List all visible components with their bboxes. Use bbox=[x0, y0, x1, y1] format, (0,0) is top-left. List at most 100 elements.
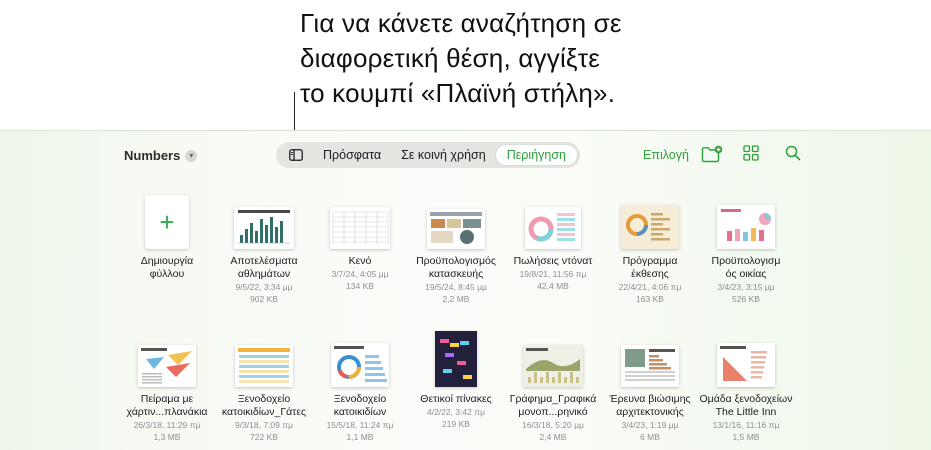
document-name: Προϋπολογισμός κατασκευής bbox=[401, 255, 511, 281]
document-thumbnail-wrap bbox=[401, 187, 511, 249]
document-name-line-2: αθλημάτων bbox=[237, 268, 291, 280]
document-date: 3/4/23, 1:19 μμ bbox=[621, 420, 679, 430]
document-date: 22/4/21, 4:06 πμ bbox=[618, 282, 682, 292]
document-thumbnail[interactable] bbox=[435, 331, 477, 387]
document-thumbnail-wrap bbox=[498, 187, 608, 249]
document-name: Ομάδα ξενοδοχείων The Little Inn bbox=[691, 393, 801, 419]
document-tile[interactable]: Ξενοδοχείο κατοικιδίων_Γάτες 9/3/18, 7:09 … bbox=[209, 325, 319, 443]
document-name: Θετικοί πίνακες bbox=[401, 393, 511, 406]
document-tile[interactable]: Αποτελέσματα αθλημάτων 9/5/22, 3:34 μμ 902 … bbox=[209, 187, 319, 305]
document-thumbnail[interactable] bbox=[525, 207, 581, 249]
document-thumbnail[interactable] bbox=[621, 205, 679, 249]
document-thumbnail-wrap bbox=[595, 325, 705, 387]
document-size: 2,2 MB bbox=[442, 294, 470, 304]
document-thumbnail-wrap bbox=[691, 325, 801, 387]
document-name: Προϋπολογισμ ός οικίας bbox=[691, 255, 801, 281]
document-date: 26/3/18, 11:29 πμ bbox=[133, 420, 201, 430]
document-thumbnail[interactable] bbox=[523, 345, 583, 387]
document-thumbnail-wrap bbox=[691, 187, 801, 249]
document-date: 9/5/22, 3:34 μμ bbox=[235, 282, 293, 292]
document-thumbnail[interactable] bbox=[138, 345, 196, 387]
instruction-callout: Για να κάνετε αναζήτηση σε διαφορετική θ… bbox=[300, 6, 720, 111]
document-name-line-2: αρχιτεκτονικής bbox=[616, 406, 684, 418]
create-spreadsheet-tile[interactable]: + Δημιουργία φύλλου bbox=[112, 187, 222, 281]
document-tile[interactable]: Προϋπολογισμός κατασκευής 19/5/24, 8:45 μμ… bbox=[401, 187, 511, 305]
document-thumbnail[interactable] bbox=[717, 205, 775, 249]
document-thumbnail-wrap bbox=[209, 187, 319, 249]
document-tile[interactable]: Ομάδα ξενοδοχείων The Little Inn 13/1/16, … bbox=[691, 325, 801, 443]
document-tile[interactable]: Πρόγραμμα έκθεσης 22/4/21, 4:06 πμ 163 KB bbox=[595, 187, 705, 305]
document-thumbnail[interactable] bbox=[717, 343, 775, 387]
document-browser: Numbers ▾ Πρόσφατα Σε κοινή χρήση Περιήγ… bbox=[0, 130, 931, 450]
search-icon[interactable] bbox=[785, 145, 807, 165]
document-thumbnail-wrap bbox=[305, 187, 415, 249]
document-size: 1,1 MB bbox=[346, 432, 374, 442]
callout-line-2: διαφορετική θέση, αγγίξτε bbox=[300, 43, 601, 73]
document-tile[interactable]: Προϋπολογισμ ός οικίας 3/4/23, 3:15 μμ 526 … bbox=[691, 187, 801, 305]
document-name-line-1: Ξενοδοχείο bbox=[237, 393, 291, 405]
document-date: 4/2/22, 3:42 πμ bbox=[426, 407, 486, 417]
select-button[interactable]: Επιλογή bbox=[643, 148, 689, 162]
document-tile[interactable]: Κενό 3/7/24, 4:05 μμ 134 KB bbox=[305, 187, 415, 292]
new-folder-icon[interactable] bbox=[701, 145, 723, 165]
view-switcher: Πρόσφατα Σε κοινή χρήση Περιήγηση bbox=[276, 142, 580, 168]
document-date: 13/1/16, 11:16 πμ bbox=[712, 420, 780, 430]
tab-recents[interactable]: Πρόσφατα bbox=[313, 145, 391, 165]
document-size: 1,3 MB bbox=[153, 432, 181, 442]
grid-view-icon[interactable] bbox=[743, 145, 765, 165]
document-name-line-1: Ομάδα ξενοδοχείων bbox=[699, 393, 793, 405]
document-tile[interactable]: Γράφημα_Γραφικά μονοπ...ρηνικό 16/3/18, 5:… bbox=[498, 325, 608, 443]
document-name-line-1: Αποτελέσματα bbox=[230, 255, 298, 267]
document-tile[interactable]: Πείραμα με χάρτιν...πλανάκια 26/3/18, 11:2… bbox=[112, 325, 222, 443]
callout-line-3: το κουμπί «Πλαϊνή στήλη». bbox=[300, 78, 616, 108]
document-date: 3/4/23, 3:15 μμ bbox=[717, 282, 775, 292]
document-name-line-1: Πρόγραμμα bbox=[622, 255, 678, 267]
document-thumbnail[interactable] bbox=[234, 207, 294, 249]
document-name-line-1: Δημιουργία bbox=[140, 255, 194, 267]
document-thumbnail[interactable] bbox=[621, 345, 679, 387]
document-name-line-1: Πωλήσεις ντόνατ bbox=[513, 255, 593, 267]
document-thumbnail[interactable] bbox=[427, 209, 485, 249]
document-size: 134 KB bbox=[346, 281, 374, 291]
document-name: Γράφημα_Γραφικά μονοπ...ρηνικό bbox=[498, 393, 608, 419]
document-thumbnail-wrap bbox=[595, 187, 705, 249]
document-name-line-2: μονοπ...ρηνικό bbox=[518, 406, 588, 418]
document-size: 163 KB bbox=[636, 294, 664, 304]
document-name-line-2: κατασκευής bbox=[428, 268, 484, 280]
document-name: Ξενοδοχείο κατοικιδίων_Γάτες bbox=[209, 393, 319, 419]
document-name: Πωλήσεις ντόνατ bbox=[498, 255, 608, 268]
document-name-line-2: χάρτιν...πλανάκια bbox=[126, 406, 208, 418]
plus-icon[interactable]: + bbox=[145, 195, 189, 249]
document-tile[interactable]: Πωλήσεις ντόνατ 19/8/21, 11:56 πμ 42,4 MB bbox=[498, 187, 608, 292]
document-name-line-2: ός οικίας bbox=[725, 268, 767, 280]
document-name-line-2: έκθεσης bbox=[631, 268, 669, 280]
document-name-line-2: The Little Inn bbox=[715, 406, 777, 418]
document-size: 6 MB bbox=[640, 432, 660, 442]
chevron-down-icon: ▾ bbox=[185, 149, 198, 162]
document-name-line-1: Πείραμα με bbox=[140, 393, 194, 405]
document-size: 722 KB bbox=[250, 432, 278, 442]
document-thumbnail[interactable] bbox=[235, 345, 293, 387]
document-name-line-2: φύλλου bbox=[149, 268, 185, 280]
document-name-line-1: Ξενοδοχείο bbox=[333, 393, 387, 405]
document-size: 902 KB bbox=[250, 294, 278, 304]
document-date: 16/3/18, 5:20 μμ bbox=[522, 420, 584, 430]
document-name-line-1: Έρευνα βιώσιμης bbox=[609, 393, 691, 405]
tab-shared[interactable]: Σε κοινή χρήση bbox=[391, 145, 496, 165]
document-size: 219 KB bbox=[442, 419, 470, 429]
document-size: 2,4 MB bbox=[539, 432, 567, 442]
document-thumbnail-wrap bbox=[401, 325, 511, 387]
document-thumbnail-wrap bbox=[112, 325, 222, 387]
document-size: 1,5 MB bbox=[732, 432, 760, 442]
document-thumbnail[interactable] bbox=[330, 207, 390, 249]
document-name-line-1: Προϋπολογισμός bbox=[416, 255, 496, 267]
document-date: 19/8/21, 11:56 πμ bbox=[519, 269, 587, 279]
document-tile[interactable]: Θετικοί πίνακες 4/2/22, 3:42 πμ 219 KB bbox=[401, 325, 511, 430]
document-tile[interactable]: Έρευνα βιώσιμης αρχιτεκτονικής 3/4/23, 1:1… bbox=[595, 325, 705, 443]
sidebar-icon[interactable] bbox=[279, 145, 313, 165]
tab-browse[interactable]: Περιήγηση bbox=[495, 145, 578, 165]
document-thumbnail[interactable] bbox=[331, 343, 389, 387]
app-menu-button[interactable]: Numbers ▾ bbox=[124, 148, 198, 163]
document-tile[interactable]: Ξενοδοχείο κατοικιδίων 15/5/18, 11:24 πμ 1,… bbox=[305, 325, 415, 443]
document-date: 15/5/18, 11:24 πμ bbox=[326, 420, 394, 430]
